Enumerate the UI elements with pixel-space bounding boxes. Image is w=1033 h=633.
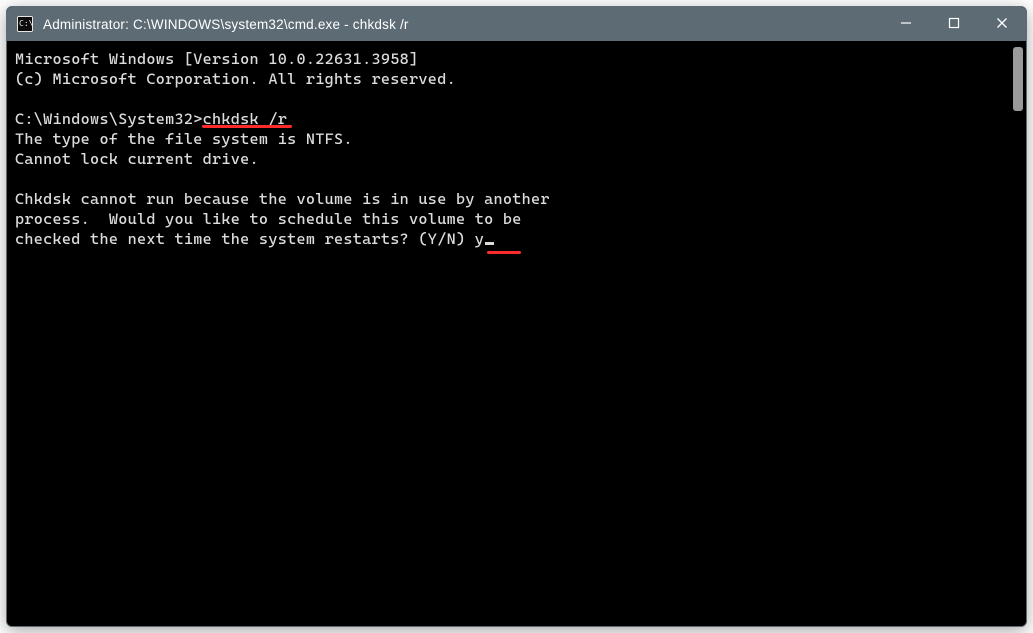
vertical-scrollbar-thumb[interactable] [1013, 47, 1023, 111]
client-area: Microsoft Windows [Version 10.0.22631.39… [7, 41, 1026, 626]
text-cursor [485, 242, 494, 245]
line-copyright: (c) Microsoft Corporation. All rights re… [15, 70, 456, 88]
line-lock: Cannot lock current drive. [15, 150, 259, 168]
close-button[interactable] [978, 7, 1026, 41]
line-sched-3: checked the next time the system restart… [15, 230, 475, 248]
line-version: Microsoft Windows [Version 10.0.22631.39… [15, 50, 418, 68]
cmd-icon: C:\ [17, 16, 33, 32]
minimize-icon [900, 17, 912, 32]
svg-text:C:\: C:\ [19, 19, 33, 28]
cmd-window: C:\ Administrator: C:\WINDOWS\system32\c… [6, 6, 1027, 627]
maximize-button[interactable] [930, 7, 978, 41]
line-sched-2: process. Would you like to schedule this… [15, 210, 522, 228]
line-fs-type: The type of the file system is NTFS. [15, 130, 353, 148]
prompt-path: C:\Windows\System32> [15, 110, 203, 128]
titlebar[interactable]: C:\ Administrator: C:\WINDOWS\system32\c… [7, 7, 1026, 41]
close-icon [996, 17, 1008, 32]
window-title: Administrator: C:\WINDOWS\system32\cmd.e… [43, 17, 882, 32]
annotation-underline-answer [487, 251, 521, 254]
annotation-underline-command [202, 125, 292, 128]
line-sched-1: Chkdsk cannot run because the volume is … [15, 190, 550, 208]
terminal[interactable]: Microsoft Windows [Version 10.0.22631.39… [7, 41, 1026, 626]
user-answer: y [475, 230, 484, 248]
maximize-icon [948, 17, 960, 32]
window-controls [882, 7, 1026, 41]
minimize-button[interactable] [882, 7, 930, 41]
